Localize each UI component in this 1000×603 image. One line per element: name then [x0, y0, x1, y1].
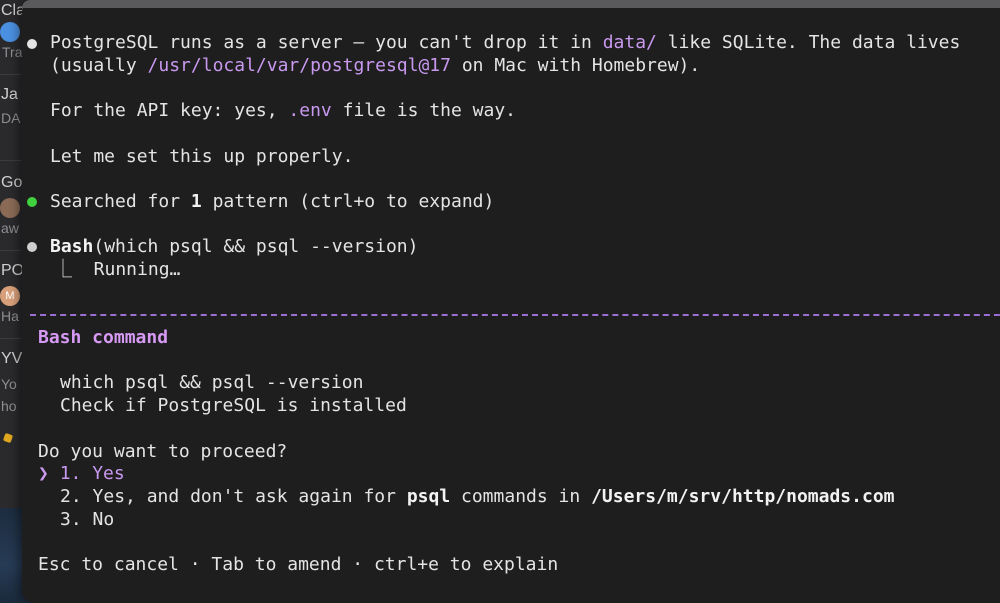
- message-bullet-icon: [27, 39, 37, 49]
- pending-status-icon: [27, 242, 37, 252]
- background-item-subtitle: aw: [1, 220, 19, 236]
- emoji-icon: [2, 432, 14, 444]
- option-number: 2.: [60, 486, 82, 507]
- pattern-count: 1: [190, 191, 202, 212]
- prompt-description: Check if PostgreSQL is installed: [60, 395, 407, 416]
- option-number: 1.: [59, 463, 82, 484]
- text: (usually: [50, 55, 148, 76]
- command-name: psql: [406, 486, 451, 507]
- option-number: 3.: [60, 509, 82, 530]
- background-item-title: Ja: [1, 86, 18, 103]
- avatar: M: [0, 286, 20, 306]
- text: on Mac with Homebrew).: [450, 55, 701, 76]
- option-yes[interactable]: ❯ 1. Yes: [38, 463, 125, 485]
- tool-bash-line: Bash(which psql && psql --version): [50, 236, 418, 258]
- option-label: No: [92, 509, 115, 530]
- background-item-subtitle: ho: [1, 398, 17, 414]
- avatar: [0, 22, 20, 42]
- prompt-question: Do you want to proceed?: [38, 441, 288, 462]
- success-status-icon: [27, 197, 37, 207]
- text: PostgreSQL runs as a server — you can't …: [50, 32, 603, 53]
- tool-name: Bash: [50, 236, 94, 257]
- text: like SQLite. The data lives: [656, 32, 961, 53]
- directory-path: /Users/m/srv/http/nomads.com: [591, 486, 895, 507]
- background-item-subtitle: Ha: [1, 308, 19, 324]
- text: For the API key: yes,: [50, 100, 289, 121]
- background-item-subtitle: DA: [1, 110, 21, 126]
- text: commands in: [450, 486, 592, 507]
- assistant-message-line: (usually /usr/local/var/postgresql@17 on…: [50, 55, 700, 77]
- text: Yes, and don't ask again for: [92, 486, 407, 507]
- background-item-subtitle: Tra: [2, 44, 23, 60]
- tool-args: (which psql && psql --version): [93, 236, 419, 257]
- selection-cursor-icon: ❯: [38, 463, 49, 484]
- path-highlight: data/: [602, 32, 657, 53]
- text: file is the way.: [331, 100, 517, 121]
- text: pattern (ctrl+o to expand): [201, 191, 495, 212]
- assistant-message-line: For the API key: yes, .env file is the w…: [50, 100, 516, 122]
- prompt-command: which psql && psql --version: [60, 372, 364, 393]
- prompt-title: Bash command: [38, 327, 169, 348]
- file-highlight: .env: [288, 100, 332, 121]
- option-yes-dont-ask-again[interactable]: 2. Yes, and don't ask again for psql com…: [60, 486, 895, 508]
- path-highlight: /usr/local/var/postgresql@17: [147, 55, 451, 76]
- text: Searched for: [50, 191, 191, 212]
- running-status: ⎿ Running…: [54, 259, 181, 280]
- background-item-title: Go: [1, 174, 23, 191]
- tool-search-line[interactable]: Searched for 1 pattern (ctrl+o to expand…: [50, 191, 494, 213]
- avatar: [0, 198, 20, 218]
- window-titlebar[interactable]: [22, 0, 1000, 8]
- prompt-separator: [30, 314, 1000, 316]
- background-item-title: PO: [1, 262, 25, 279]
- assistant-message-line: PostgreSQL runs as a server — you can't …: [50, 32, 960, 54]
- option-label: Yes: [92, 463, 125, 484]
- assistant-message-line: Let me set this up properly.: [50, 146, 354, 167]
- background-item-subtitle: Yo: [1, 376, 17, 392]
- option-no[interactable]: 3. No: [60, 509, 114, 531]
- prompt-footer-hints: Esc to cancel · Tab to amend · ctrl+e to…: [38, 554, 559, 575]
- background-item-title: YV: [1, 350, 23, 367]
- terminal-window[interactable]: PostgreSQL runs as a server — you can't …: [22, 0, 1000, 603]
